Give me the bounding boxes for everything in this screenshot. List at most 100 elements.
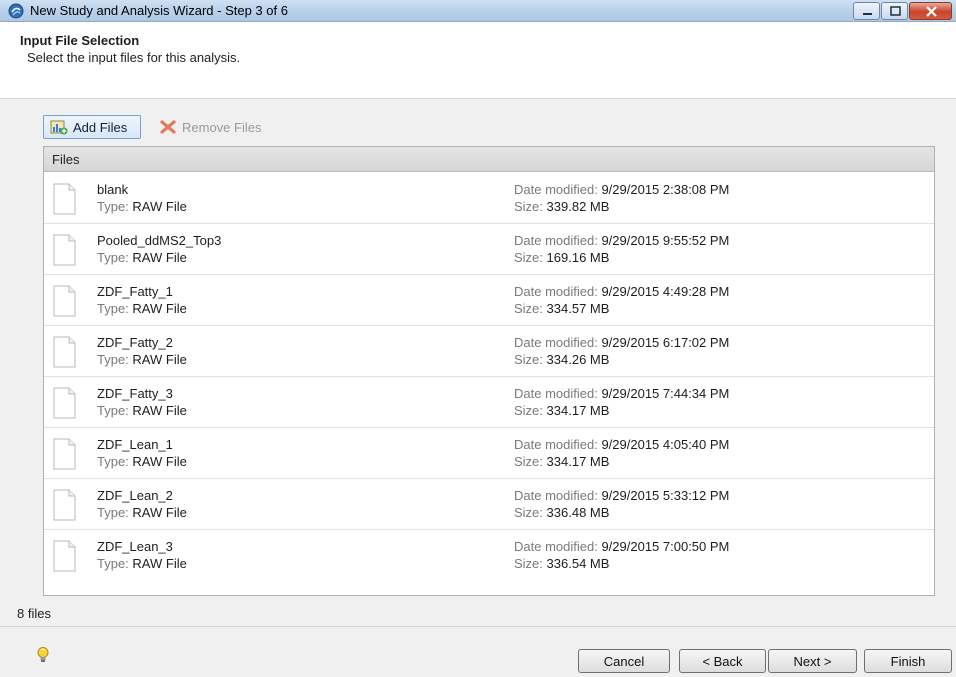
file-name: ZDF_Fatty_1 [97, 284, 173, 299]
file-type-value: RAW File [132, 352, 187, 367]
file-name: ZDF_Lean_1 [97, 437, 173, 452]
file-type-value: RAW File [132, 250, 187, 265]
file-row[interactable]: ZDF_Fatty_1 Type: RAW File Date modified… [44, 275, 934, 326]
document-icon [53, 438, 76, 470]
file-toolbar: Add Files Remove Files [0, 99, 956, 145]
minimize-button[interactable] [853, 2, 880, 20]
wizard-header: Input File Selection Select the input fi… [0, 22, 956, 99]
file-type-value: RAW File [132, 301, 187, 316]
maximize-icon [890, 6, 901, 16]
file-size-label: Size: [514, 250, 543, 265]
file-size-value: 336.48 MB [546, 505, 610, 520]
page-title: Input File Selection [20, 33, 140, 48]
file-type: Type: RAW File [97, 250, 187, 265]
remove-files-label: Remove Files [182, 119, 262, 135]
wizard-content: Add Files Remove Files Files blank Type:… [0, 99, 956, 626]
file-date-value: 9/29/2015 4:05:40 PM [601, 437, 730, 452]
file-date-value: 9/29/2015 7:00:50 PM [601, 539, 730, 554]
file-type-value: RAW File [132, 454, 187, 469]
minimize-icon [863, 13, 872, 15]
close-button[interactable] [909, 2, 952, 20]
files-column-header: Files [44, 147, 934, 172]
cancel-button[interactable]: Cancel [578, 649, 670, 673]
file-size: Size: 334.17 MB [514, 454, 609, 469]
page-subtitle: Select the input files for this analysis… [27, 50, 241, 65]
file-size: Size: 334.26 MB [514, 352, 609, 367]
file-date-label: Date modified: [514, 437, 598, 452]
file-count: 8 files [17, 606, 51, 621]
add-files-icon [50, 120, 68, 135]
file-row[interactable]: Pooled_ddMS2_Top3 Type: RAW File Date mo… [44, 224, 934, 275]
remove-files-button[interactable]: Remove Files [157, 115, 267, 139]
file-name: blank [97, 182, 129, 197]
file-size-value: 334.26 MB [546, 352, 610, 367]
maximize-button[interactable] [881, 2, 908, 20]
file-size-value: 334.57 MB [546, 301, 610, 316]
file-name: ZDF_Fatty_2 [97, 335, 173, 350]
file-type-value: RAW File [132, 199, 187, 214]
file-date: Date modified: 9/29/2015 2:38:08 PM [514, 182, 729, 197]
file-date-label: Date modified: [514, 233, 598, 248]
file-size: Size: 339.82 MB [514, 199, 609, 214]
file-size: Size: 169.16 MB [514, 250, 609, 265]
file-type: Type: RAW File [97, 352, 187, 367]
file-size-label: Size: [514, 454, 543, 469]
file-row[interactable]: ZDF_Lean_2 Type: RAW File Date modified:… [44, 479, 934, 530]
remove-files-icon [160, 120, 176, 134]
file-size-label: Size: [514, 403, 543, 418]
add-files-label: Add Files [73, 119, 128, 135]
add-files-button[interactable]: Add Files [43, 115, 141, 139]
file-date-value: 9/29/2015 7:44:34 PM [601, 386, 730, 401]
file-size-value: 336.54 MB [546, 556, 610, 571]
file-row[interactable]: ZDF_Lean_3 Type: RAW File Date modified:… [44, 530, 934, 581]
file-date-value: 9/29/2015 4:49:28 PM [601, 284, 730, 299]
file-date-value: 9/29/2015 6:17:02 PM [601, 335, 730, 350]
file-row[interactable]: blank Type: RAW File Date modified: 9/29… [44, 173, 934, 224]
file-type-label: Type: [97, 250, 129, 265]
file-type: Type: RAW File [97, 199, 187, 214]
file-row[interactable]: ZDF_Fatty_3 Type: RAW File Date modified… [44, 377, 934, 428]
document-icon [53, 234, 76, 266]
document-icon [53, 336, 76, 368]
file-list[interactable]: blank Type: RAW File Date modified: 9/29… [44, 173, 934, 595]
file-type-label: Type: [97, 403, 129, 418]
file-date: Date modified: 9/29/2015 4:49:28 PM [514, 284, 729, 299]
file-size-label: Size: [514, 199, 543, 214]
document-icon [53, 183, 76, 215]
file-date-value: 9/29/2015 2:38:08 PM [601, 182, 730, 197]
next-button[interactable]: Next > [768, 649, 857, 673]
file-type: Type: RAW File [97, 505, 187, 520]
file-date: Date modified: 9/29/2015 6:17:02 PM [514, 335, 729, 350]
finish-button[interactable]: Finish [864, 649, 952, 673]
lightbulb-icon[interactable] [35, 646, 51, 664]
file-name: ZDF_Lean_3 [97, 539, 173, 554]
file-type-label: Type: [97, 454, 129, 469]
file-date: Date modified: 9/29/2015 4:05:40 PM [514, 437, 729, 452]
file-type-value: RAW File [132, 403, 187, 418]
file-type-label: Type: [97, 199, 129, 214]
file-type-label: Type: [97, 556, 129, 571]
document-icon [53, 489, 76, 521]
file-date-label: Date modified: [514, 386, 598, 401]
file-size-label: Size: [514, 556, 543, 571]
file-name: ZDF_Fatty_3 [97, 386, 173, 401]
file-date-label: Date modified: [514, 182, 598, 197]
file-type-value: RAW File [132, 505, 187, 520]
file-size: Size: 334.57 MB [514, 301, 609, 316]
app-logo-icon [8, 3, 24, 19]
file-name: Pooled_ddMS2_Top3 [97, 233, 222, 248]
file-type: Type: RAW File [97, 454, 187, 469]
file-date: Date modified: 9/29/2015 9:55:52 PM [514, 233, 729, 248]
title-bar[interactable]: New Study and Analysis Wizard - Step 3 o… [0, 0, 956, 22]
file-date-label: Date modified: [514, 488, 598, 503]
file-size: Size: 336.48 MB [514, 505, 609, 520]
file-date-label: Date modified: [514, 284, 598, 299]
file-row[interactable]: ZDF_Lean_1 Type: RAW File Date modified:… [44, 428, 934, 479]
file-size-label: Size: [514, 352, 543, 367]
file-row[interactable]: ZDF_Fatty_2 Type: RAW File Date modified… [44, 326, 934, 377]
file-type-label: Type: [97, 352, 129, 367]
back-button[interactable]: < Back [679, 649, 766, 673]
file-date: Date modified: 9/29/2015 5:33:12 PM [514, 488, 729, 503]
document-icon [53, 387, 76, 419]
document-icon [53, 540, 76, 572]
